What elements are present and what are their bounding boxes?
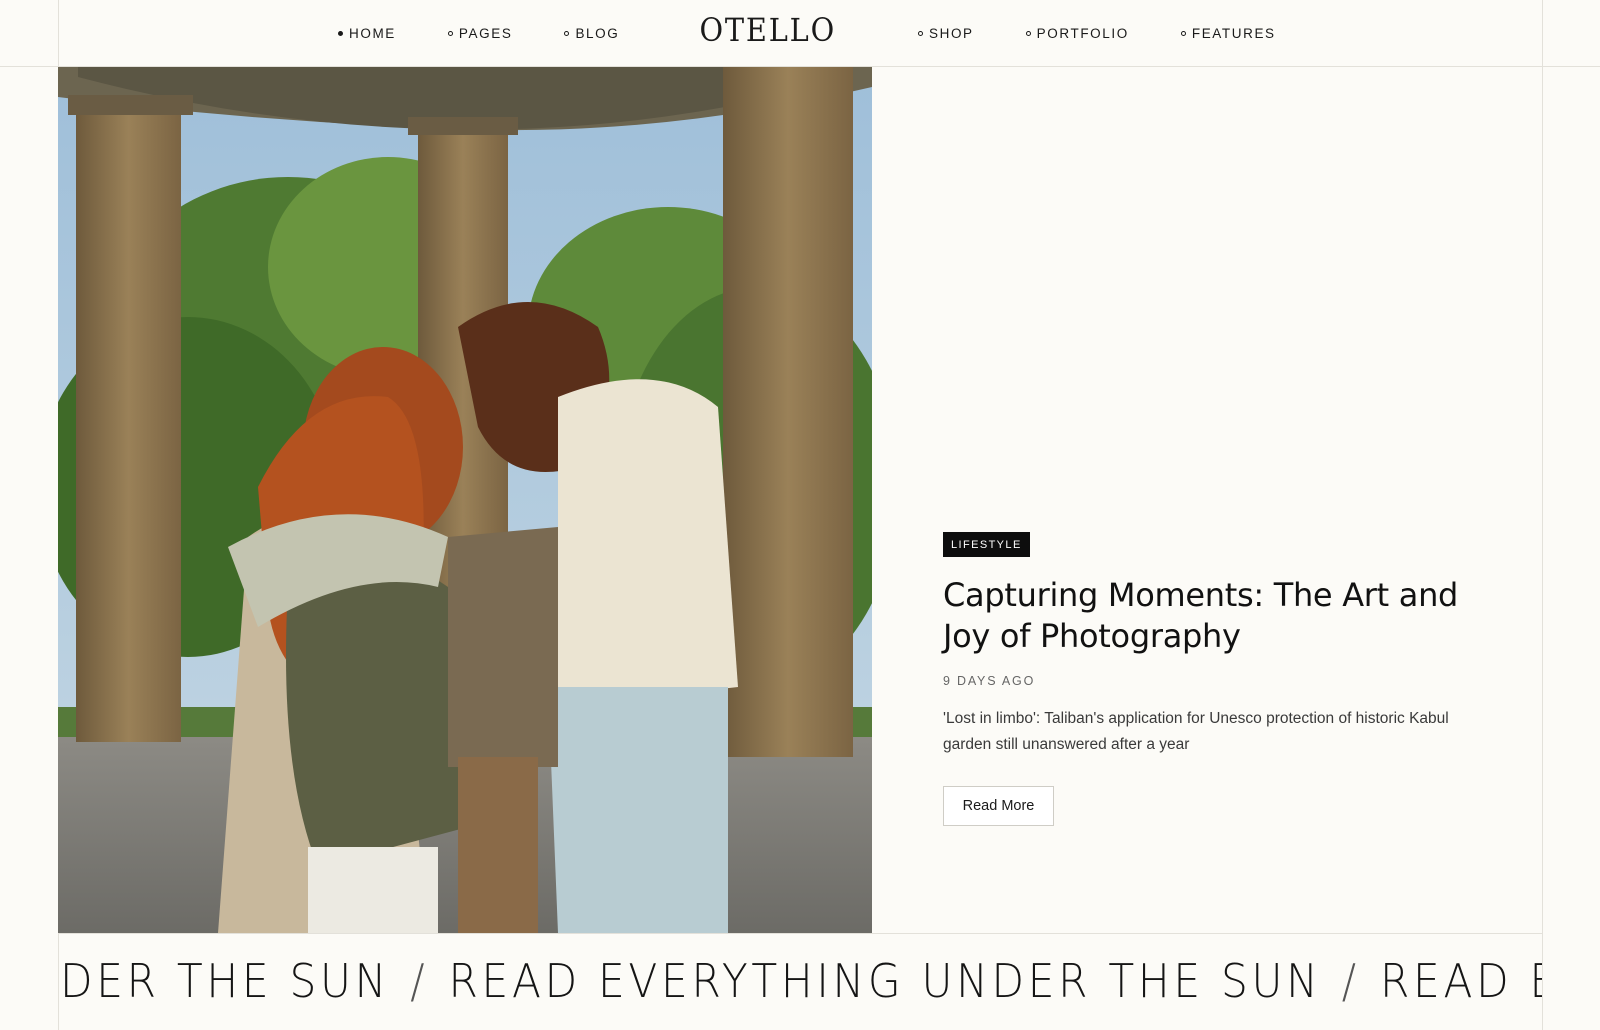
bullet-icon xyxy=(564,30,570,36)
category-badge[interactable]: LIFESTYLE xyxy=(943,532,1030,557)
nav-item-pages[interactable]: PAGES xyxy=(447,25,513,41)
nav-item-portfolio[interactable]: PORTFOLIO xyxy=(1025,25,1129,41)
nav-item-home[interactable]: HOME xyxy=(338,26,396,41)
site-header: HOME PAGES BLOG OTELLO SHOP PORTFOLIO FE… xyxy=(58,0,1542,66)
frame-line-right xyxy=(1542,0,1543,1030)
nav-item-features[interactable]: FEATURES xyxy=(1180,25,1276,41)
nav-label: HOME xyxy=(349,25,396,41)
nav-label: PORTFOLIO xyxy=(1036,25,1129,41)
bullet-icon xyxy=(918,30,923,36)
ticker-separator: / xyxy=(410,954,429,1008)
nav-item-blog[interactable]: BLOG xyxy=(564,26,619,41)
featured-article: LIFESTYLE Capturing Moments: The Art and… xyxy=(943,532,1503,826)
nav-label: PAGES xyxy=(458,25,513,41)
main-nav-right: SHOP PORTFOLIO FEATURES xyxy=(918,0,1328,66)
bullet-icon xyxy=(447,30,453,36)
site-logo[interactable]: OTELLO xyxy=(700,11,835,49)
nav-label: BLOG xyxy=(575,25,620,41)
photo-illustration xyxy=(58,67,872,933)
article-title[interactable]: Capturing Moments: The Art and Joy of Ph… xyxy=(943,575,1463,657)
ticker-text: READ EVERYTHING xyxy=(1379,954,1542,1008)
nav-label: FEATURES xyxy=(1191,25,1276,41)
bullet-icon xyxy=(1180,30,1186,36)
ticker-separator: / xyxy=(1341,954,1360,1008)
nav-item-shop[interactable]: SHOP xyxy=(918,26,974,41)
bullet-icon xyxy=(338,30,343,36)
bullet-icon xyxy=(1025,30,1031,36)
marquee-ticker: UNDER THE SUN / READ EVERYTHING UNDER THE … xyxy=(58,934,1542,1030)
ticker-text: UNDER THE SUN xyxy=(58,954,391,1008)
read-more-button[interactable]: Read More xyxy=(943,786,1054,826)
ticker-track: UNDER THE SUN / READ EVERYTHING UNDER THE … xyxy=(58,954,1542,1008)
post-date: 9 DAYS AGO xyxy=(943,674,1036,688)
main-nav-left: HOME PAGES BLOG xyxy=(338,0,671,66)
ticker-text: READ EVERYTHING UNDER THE SUN xyxy=(448,954,1322,1008)
nav-label: SHOP xyxy=(929,25,974,41)
hero-photo[interactable] xyxy=(58,67,872,933)
article-excerpt: 'Lost in limbo': Taliban's application f… xyxy=(943,710,1449,753)
